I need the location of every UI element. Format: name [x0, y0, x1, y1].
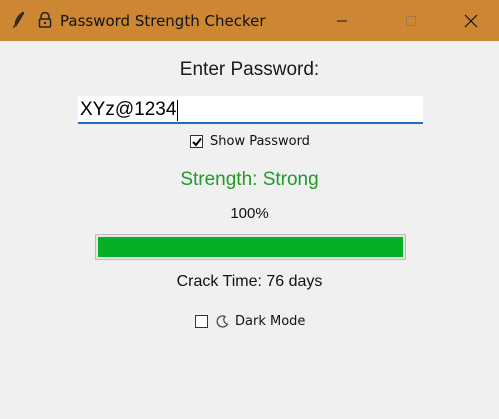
maximize-button[interactable] — [388, 0, 434, 41]
text-caret — [177, 99, 179, 121]
crack-time-label: Crack Time: 76 days — [176, 273, 323, 290]
maximize-icon — [406, 15, 416, 26]
checkmark-icon — [191, 137, 202, 147]
strength-progress-bar — [95, 234, 406, 260]
dark-mode-label: Dark Mode — [235, 314, 306, 329]
minimize-button[interactable] — [319, 0, 365, 41]
window-title: Password Strength Checker — [60, 12, 266, 30]
window-body: Enter Password: XYz@1234 Show Password S… — [0, 41, 499, 419]
feather-icon — [12, 11, 26, 34]
password-input[interactable]: XYz@1234 — [78, 96, 423, 124]
title-bar: Password Strength Checker — [0, 0, 499, 41]
dark-mode-toggle[interactable]: Dark Mode — [195, 314, 305, 329]
close-button[interactable] — [448, 0, 494, 41]
lock-icon — [37, 11, 53, 33]
password-value: XYz@1234 — [80, 99, 177, 120]
show-password-toggle[interactable]: Show Password — [190, 134, 310, 149]
strength-percent: 100% — [230, 205, 269, 222]
strength-label: Strength: Strong — [180, 169, 319, 190]
strength-progress-fill — [98, 237, 403, 257]
dark-mode-checkbox[interactable] — [195, 315, 208, 328]
moon-icon — [216, 315, 229, 328]
close-icon — [464, 14, 478, 27]
show-password-checkbox[interactable] — [190, 135, 203, 148]
show-password-label: Show Password — [210, 134, 310, 149]
enter-password-label: Enter Password: — [179, 59, 320, 80]
minimize-icon — [337, 20, 347, 21]
